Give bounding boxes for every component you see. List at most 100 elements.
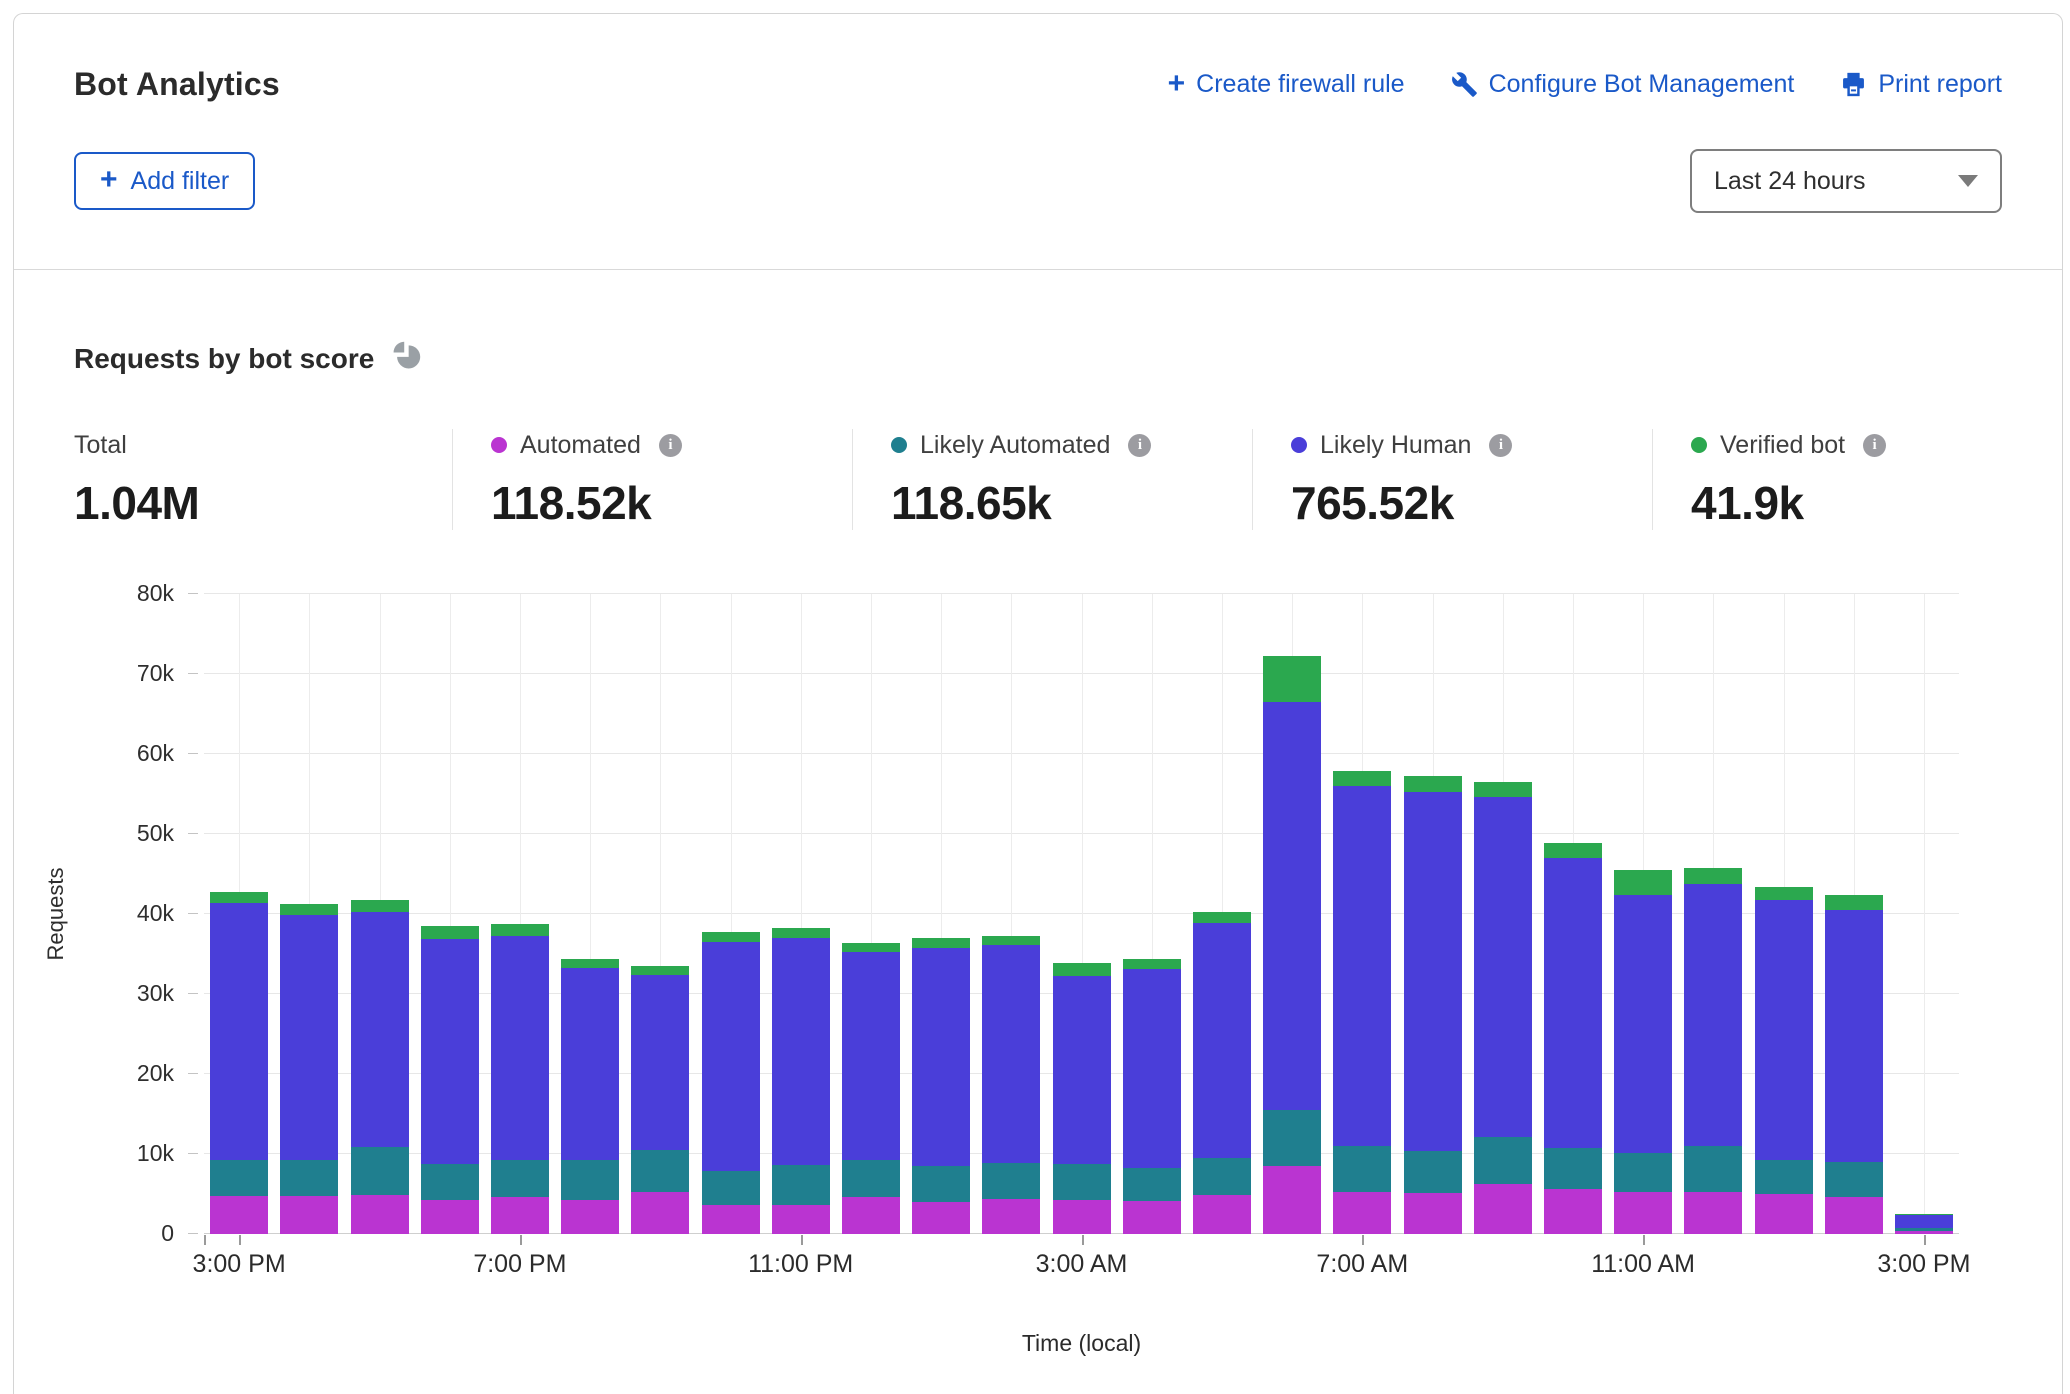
segment-verified-bot — [912, 938, 970, 948]
bar-9:00 AM[interactable] — [1474, 782, 1532, 1234]
bar-2:00 AM[interactable] — [982, 936, 1040, 1234]
add-filter-button[interactable]: + Add filter — [74, 152, 255, 210]
info-icon[interactable]: i — [659, 434, 682, 457]
segment-verified-bot — [280, 904, 338, 915]
plus-icon: + — [100, 165, 118, 195]
y-tick — [188, 1073, 198, 1074]
segment-likely-automated — [1614, 1153, 1672, 1191]
segment-verified-bot — [1755, 887, 1813, 901]
bar-3:00 PM[interactable] — [210, 892, 268, 1234]
segment-likely-automated — [912, 1166, 970, 1202]
bar-6:00 AM[interactable] — [1263, 656, 1321, 1234]
bar-11:00 AM[interactable] — [1614, 870, 1672, 1234]
segment-likely-automated — [772, 1165, 830, 1205]
add-filter-label: Add filter — [131, 167, 230, 196]
stat-total-label: Total — [74, 431, 127, 460]
segment-verified-bot — [351, 900, 409, 913]
bar-9:00 PM[interactable] — [631, 966, 689, 1234]
segment-likely-human — [1474, 797, 1532, 1137]
segment-likely-human — [1755, 900, 1813, 1159]
x-tick-label: 3:00 AM — [992, 1250, 1172, 1279]
stat-total: Total 1.04M — [74, 429, 452, 530]
segment-automated — [210, 1196, 268, 1234]
info-icon[interactable]: i — [1863, 434, 1886, 457]
segment-likely-human — [912, 948, 970, 1166]
x-tick — [239, 1235, 241, 1245]
segment-likely-automated — [1193, 1158, 1251, 1195]
segment-verified-bot — [1684, 868, 1742, 884]
bar-12:00 AM[interactable] — [842, 943, 900, 1234]
segment-automated — [631, 1192, 689, 1234]
segment-likely-human — [561, 968, 619, 1160]
segment-automated — [351, 1195, 409, 1234]
segment-likely-automated — [1053, 1164, 1111, 1199]
segment-verified-bot — [561, 959, 619, 969]
segment-likely-automated — [1684, 1146, 1742, 1192]
info-icon[interactable]: i — [1128, 434, 1151, 457]
bar-3:00 AM[interactable] — [1053, 963, 1111, 1234]
section-title: Requests by bot score — [74, 343, 374, 375]
bar-1:00 AM[interactable] — [912, 938, 970, 1234]
bar-11:00 PM[interactable] — [772, 928, 830, 1234]
segment-likely-human — [1895, 1215, 1953, 1229]
x-tick — [1082, 1235, 1084, 1245]
segment-verified-bot — [1825, 895, 1883, 910]
bar-7:00 PM[interactable] — [491, 924, 549, 1234]
segment-likely-human — [1404, 792, 1462, 1151]
print-report-link[interactable]: Print report — [1840, 70, 2002, 99]
configure-bot-management-link[interactable]: Configure Bot Management — [1451, 70, 1795, 99]
bar-8:00 PM[interactable] — [561, 959, 619, 1234]
create-firewall-rule-label: Create firewall rule — [1196, 70, 1404, 99]
bar-5:00 PM[interactable] — [351, 900, 409, 1234]
segment-likely-automated — [1123, 1168, 1181, 1202]
x-tick-label: 11:00 AM — [1553, 1250, 1733, 1279]
header-actions: + Create firewall rule Configure Bot Man… — [1168, 70, 2002, 100]
x-tick — [801, 1235, 803, 1245]
bar-5:00 AM[interactable] — [1193, 912, 1251, 1234]
segment-likely-automated — [351, 1147, 409, 1195]
y-tick-label: 70k — [82, 660, 174, 687]
segment-verified-bot — [1193, 912, 1251, 922]
segment-verified-bot — [1404, 776, 1462, 792]
bar-2:00 PM[interactable] — [1825, 895, 1883, 1234]
bar-3:00 PM[interactable] — [1895, 1214, 1953, 1234]
x-tick-label: 7:00 PM — [430, 1250, 610, 1279]
bar-8:00 AM[interactable] — [1404, 776, 1462, 1234]
segment-verified-bot — [1614, 870, 1672, 895]
bar-10:00 AM[interactable] — [1544, 843, 1602, 1234]
bar-10:00 PM[interactable] — [702, 932, 760, 1234]
plus-icon: + — [1168, 69, 1186, 99]
bar-4:00 PM[interactable] — [280, 904, 338, 1234]
segment-likely-automated — [982, 1163, 1040, 1199]
segment-automated — [982, 1199, 1040, 1234]
bar-4:00 AM[interactable] — [1123, 959, 1181, 1234]
bar-12:00 PM[interactable] — [1684, 868, 1742, 1234]
create-firewall-rule-link[interactable]: + Create firewall rule — [1168, 70, 1405, 100]
y-tick-label: 40k — [82, 900, 174, 927]
segment-automated — [1193, 1195, 1251, 1234]
segment-likely-automated — [1544, 1148, 1602, 1190]
time-range-select[interactable]: Last 24 hours — [1690, 149, 2002, 213]
info-icon[interactable]: i — [1489, 434, 1512, 457]
bar-7:00 AM[interactable] — [1333, 771, 1391, 1234]
stat-likely-human: Likely Human i 765.52k — [1252, 429, 1652, 530]
segment-automated — [912, 1202, 970, 1234]
stat-likely-automated-head: Likely Automated i — [891, 431, 1252, 459]
bar-6:00 PM[interactable] — [421, 926, 479, 1234]
segment-likely-human — [1614, 895, 1672, 1153]
segment-likely-human — [280, 915, 338, 1160]
segment-likely-human — [1053, 976, 1111, 1164]
stat-total-head: Total — [74, 431, 452, 459]
bar-1:00 PM[interactable] — [1755, 887, 1813, 1234]
segment-likely-human — [1825, 910, 1883, 1162]
y-tick-label: 20k — [82, 1060, 174, 1087]
segment-likely-human — [1544, 858, 1602, 1148]
segment-likely-human — [1263, 702, 1321, 1110]
y-tick — [188, 673, 198, 674]
x-tick — [1924, 1235, 1926, 1245]
segment-likely-human — [351, 912, 409, 1146]
printer-icon — [1840, 71, 1867, 98]
wrench-icon — [1451, 71, 1478, 98]
segment-likely-automated — [1404, 1151, 1462, 1193]
y-tick — [188, 593, 198, 594]
